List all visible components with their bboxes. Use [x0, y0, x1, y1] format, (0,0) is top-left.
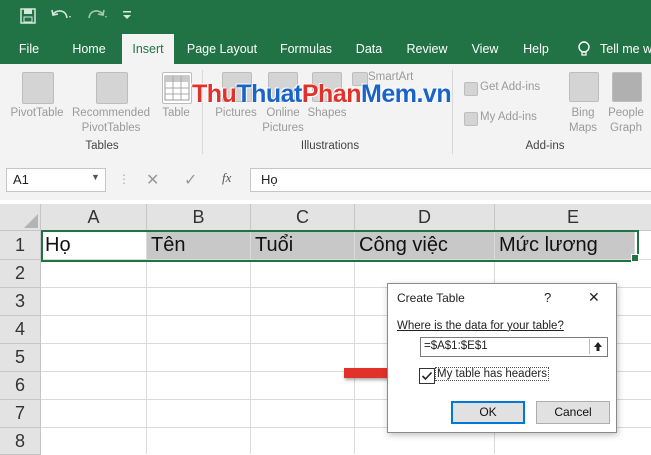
formula-input[interactable]: Họ	[250, 168, 651, 192]
insert-function-icon[interactable]: fx	[222, 170, 231, 186]
get-addins-label: Get Add-ins	[480, 81, 541, 93]
tab-help[interactable]: Help	[518, 34, 554, 64]
title-bar	[0, 0, 651, 34]
headers-checkbox[interactable]	[419, 368, 435, 384]
undo-icon[interactable]	[50, 8, 72, 27]
recommended-label-1: Recommended	[72, 107, 150, 119]
chevron-down-icon[interactable]: ▼	[91, 172, 100, 182]
tab-data[interactable]: Data	[350, 34, 388, 64]
pivottable-label: PivotTable	[10, 107, 64, 119]
pivottable-icon	[22, 72, 54, 104]
watermark-logo: ThuThuatPhanMem.vn	[192, 80, 452, 109]
column-header-e[interactable]: E	[495, 204, 651, 231]
watermark-part: Thu	[192, 80, 237, 108]
cancel-icon[interactable]: ✕	[146, 170, 159, 190]
tell-me-search[interactable]: Tell me w	[600, 34, 651, 64]
watermark-part: .vn	[416, 80, 452, 108]
people-label-1: People	[608, 107, 644, 119]
redo-icon[interactable]	[86, 8, 108, 27]
group-divider	[452, 70, 453, 154]
range-question-label: Where is the data for your table?	[397, 320, 564, 332]
formula-content: Họ	[261, 172, 278, 187]
bing-label-2: Maps	[568, 122, 598, 134]
close-icon[interactable]: ✕	[588, 289, 600, 306]
headers-checkbox-label[interactable]: My table has headers	[435, 367, 549, 381]
people-graph-icon	[612, 72, 642, 102]
my-addins-label: My Add-ins	[480, 111, 537, 123]
create-table-dialog: Create Table ? ✕ Where is the data for y…	[387, 283, 617, 433]
pivottable-button[interactable]: PivotTable	[6, 106, 68, 121]
watermark-part: Mem	[361, 80, 417, 108]
tab-review[interactable]: Review	[402, 34, 452, 64]
name-box-value: A1	[13, 172, 29, 187]
bing-maps-icon	[569, 72, 599, 102]
tab-insert[interactable]: Insert	[122, 34, 174, 64]
recommended-pivottables-button[interactable]: Recommended PivotTables	[68, 106, 154, 136]
people-graph-button[interactable]: People Graph	[604, 106, 648, 136]
table-label: Table	[162, 107, 190, 119]
recommended-pivottables-icon	[96, 72, 128, 104]
recommended-label-2: PivotTables	[81, 122, 141, 134]
watermark-part: Phan	[301, 80, 362, 108]
dialog-title: Create Table	[397, 291, 465, 305]
watermark-part: Thuat	[236, 80, 302, 108]
selection-range	[41, 230, 639, 262]
row-header-3[interactable]: 3	[0, 288, 41, 316]
fill-handle[interactable]	[631, 254, 639, 262]
table-button[interactable]: Table	[156, 106, 196, 121]
ribbon-tabs: File Home Insert Page Layout Formulas Da…	[0, 34, 651, 64]
help-icon[interactable]: ?	[544, 290, 551, 305]
row-header-2[interactable]: 2	[0, 260, 41, 288]
row-header-8[interactable]: 8	[0, 428, 41, 455]
table-icon	[162, 72, 192, 104]
online-pictures-button[interactable]: Online Pictures	[260, 106, 306, 136]
tab-home[interactable]: Home	[66, 34, 112, 64]
group-label-addins: Add-ins	[525, 140, 565, 152]
tab-formulas[interactable]: Formulas	[274, 34, 338, 64]
ok-button[interactable]: OK	[451, 401, 525, 424]
range-value: =$A$1:$E$1	[424, 340, 488, 352]
bing-maps-button[interactable]: Bing Maps	[562, 106, 604, 136]
tab-file[interactable]: File	[10, 34, 48, 64]
store-icon	[464, 82, 478, 96]
people-label-2: Graph	[610, 122, 642, 134]
drag-handle-icon[interactable]: ⋮	[118, 172, 130, 186]
row-header-7[interactable]: 7	[0, 400, 41, 428]
name-box[interactable]: A1 ▼	[6, 168, 106, 192]
lightbulb-icon	[577, 41, 591, 60]
get-addins-button[interactable]: Get Add-ins	[480, 80, 554, 95]
row-header-4[interactable]: 4	[0, 316, 41, 344]
ribbon: PivotTable Recommended PivotTables Table…	[0, 64, 651, 159]
column-header-c[interactable]: C	[251, 204, 355, 231]
enter-check-icon[interactable]: ✓	[184, 170, 197, 190]
select-all-corner[interactable]	[0, 204, 41, 231]
row-header-1[interactable]: 1	[0, 231, 41, 260]
column-header-a[interactable]: A	[41, 204, 147, 231]
tab-page-layout[interactable]: Page Layout	[184, 34, 260, 64]
row-header-5[interactable]: 5	[0, 344, 41, 372]
customize-toolbar-icon[interactable]	[122, 8, 132, 24]
group-label-illustrations: Illustrations	[300, 140, 360, 152]
column-header-d[interactable]: D	[355, 204, 495, 231]
my-addins-icon	[464, 112, 478, 126]
save-icon[interactable]	[20, 8, 36, 27]
tab-view[interactable]: View	[466, 34, 504, 64]
group-label-tables: Tables	[85, 140, 119, 152]
online-label-2: Pictures	[262, 122, 304, 134]
column-header-b[interactable]: B	[147, 204, 251, 231]
range-input[interactable]: =$A$1:$E$1	[420, 337, 608, 357]
collapse-dialog-icon[interactable]	[589, 339, 606, 354]
row-header-6[interactable]: 6	[0, 372, 41, 400]
cancel-button[interactable]: Cancel	[536, 401, 610, 424]
my-addins-button[interactable]: My Add-ins	[480, 110, 554, 125]
bing-label-1: Bing	[571, 107, 595, 119]
